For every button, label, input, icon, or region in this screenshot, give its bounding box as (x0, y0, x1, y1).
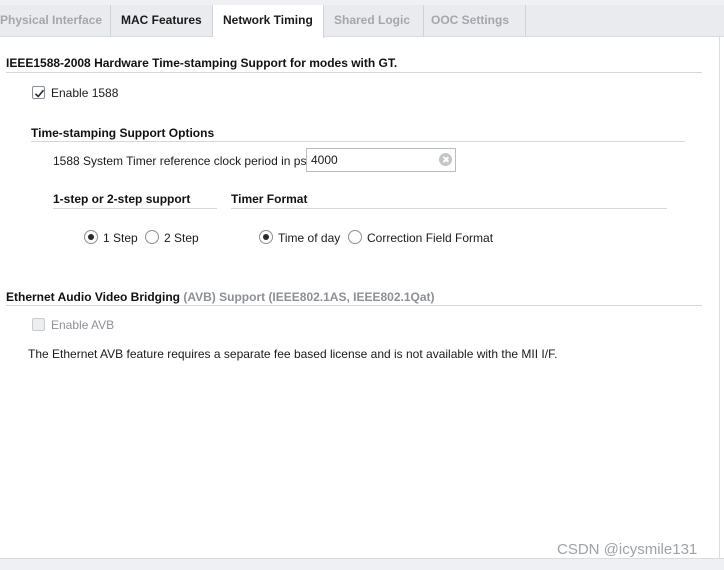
avb-license-note: The Ethernet AVB feature requires a sepa… (28, 347, 558, 361)
radio-correction-field-format[interactable] (348, 230, 362, 244)
tab-physical-interface[interactable]: Physical Interface (0, 5, 111, 37)
radio-time-of-day-label: Time of day (278, 231, 341, 245)
enable-avb-checkbox[interactable] (32, 318, 45, 331)
enable-avb-label: Enable AVB (51, 318, 115, 332)
radio-correction-field-format-label: Correction Field Format (367, 231, 494, 245)
watermark: CSDN @icysmile131 (557, 541, 698, 558)
ieee1588-divider (6, 72, 702, 73)
enable-1588-checkbox[interactable] (32, 86, 45, 99)
radio-1-step-label: 1 Step (103, 231, 138, 245)
timer-period-input[interactable] (306, 148, 456, 172)
enable-1588-label: Enable 1588 (51, 86, 119, 100)
avb-header: Ethernet Audio Video Bridging (AVB) Supp… (6, 290, 435, 304)
step-support-header: 1-step or 2-step support (53, 192, 191, 206)
clear-icon[interactable] (439, 153, 452, 166)
tab-network-timing[interactable]: Network Timing (213, 5, 324, 38)
timer-period-label: 1588 System Timer reference clock period… (53, 154, 307, 168)
panel-right-border (719, 37, 720, 558)
tab-mac-features[interactable]: MAC Features (111, 5, 213, 37)
checkmark-icon (34, 89, 45, 98)
tab-ooc-settings[interactable]: OOC Settings (424, 5, 526, 37)
radio-2-step[interactable] (145, 230, 159, 244)
avb-divider (6, 305, 702, 306)
timer-format-header: Timer Format (231, 192, 308, 206)
radio-time-of-day[interactable] (259, 230, 273, 244)
bottom-strip (0, 558, 724, 570)
timer-format-divider (231, 208, 667, 209)
tab-bar: Physical Interface MAC Features Network … (0, 5, 724, 38)
radio-2-step-label: 2 Step (164, 231, 199, 245)
tab-shared-logic[interactable]: Shared Logic (324, 5, 424, 37)
step-support-divider (53, 208, 217, 209)
radio-1-step[interactable] (84, 230, 98, 244)
avb-header-suffix: (AVB) Support (IEEE802.1AS, IEEE802.1Qat… (183, 290, 435, 304)
ieee1588-header: IEEE1588-2008 Hardware Time-stamping Sup… (6, 56, 398, 70)
avb-header-prefix: Ethernet Audio Video Bridging (6, 290, 180, 304)
timestamping-divider (31, 141, 685, 142)
timestamping-header: Time-stamping Support Options (31, 126, 215, 140)
